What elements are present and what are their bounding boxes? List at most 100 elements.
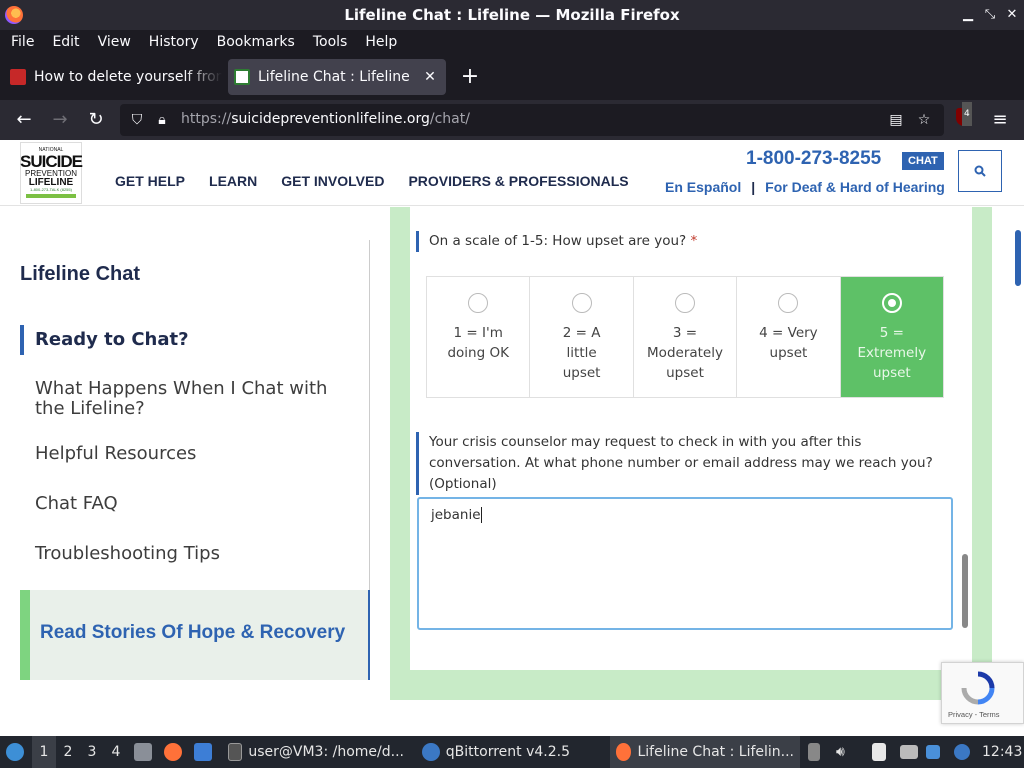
navigation-bar: ← → ↻ ⛉ 🔒︎ https://suicidepreventionlife… [0,100,1024,140]
desktop-launcher-icon[interactable] [194,736,212,768]
display-icon[interactable] [900,736,918,768]
clipboard-shape [808,743,820,761]
volume-icon[interactable]: 🔊︎ [836,736,845,768]
scale-option-label: 4 = Very upset [759,325,818,361]
main-nav: GET HELP LEARN GET INVOLVED PROVIDERS & … [115,173,629,189]
url-domain: suicidepreventionlifeline.org [231,111,430,127]
chat-form-frame: On a scale of 1-5: How upset are you? * … [390,207,992,700]
contact-textarea[interactable]: jebanie [417,497,953,630]
scale-option-label: 2 = A little upset [562,325,601,381]
nav-providers[interactable]: PROVIDERS & PROFESSIONALS [408,173,628,189]
firefox-icon [616,743,632,761]
workspace-3[interactable]: 3 [80,736,104,768]
minimize-icon[interactable]: ▁ [959,6,977,24]
taskbar-app-label: user@VM3: /home/d... [248,744,404,760]
close-window-icon[interactable]: ✕ [1003,6,1021,24]
back-icon[interactable]: ← [12,108,36,132]
notes-icon[interactable] [872,736,886,768]
radio-button[interactable] [468,293,489,313]
menu-bookmarks[interactable]: Bookmarks [208,34,304,50]
search-icon [974,165,986,177]
nav-learn[interactable]: LEARN [209,173,257,189]
chat-form: On a scale of 1-5: How upset are you? * … [410,207,972,670]
restore-icon[interactable]: ⤡ [981,6,999,24]
scale-option-4[interactable]: 4 = Very upset [737,277,841,397]
nav-get-involved[interactable]: GET INVOLVED [281,173,384,189]
close-tab-icon[interactable]: ✕ [420,69,440,85]
url-text[interactable]: https://suicidepreventionlifeline.org/ch… [181,111,470,127]
network-icon[interactable] [926,736,940,768]
tab-lifeline-chat[interactable]: Lifeline Chat : Lifeline ✕ [228,59,446,95]
upset-scale: 1 = I'm doing OK 2 = A little upset 3 = … [426,276,944,398]
sidebar-item-helpful-resources[interactable]: Helpful Resources [20,443,360,464]
text-caret [480,507,482,523]
qbittorrent-tray-icon[interactable] [954,736,970,768]
clipboard-icon[interactable] [808,736,824,768]
nav-get-help[interactable]: GET HELP [115,173,185,189]
radio-button-selected[interactable] [881,293,902,313]
sidebar-item-ready-to-chat[interactable]: Ready to Chat? [20,325,360,355]
sidebar-item-what-happens[interactable]: What Happens When I Chat with the Lifeli… [20,379,350,419]
menu-edit[interactable]: Edit [43,34,88,50]
recaptcha-links[interactable]: Privacy - Terms [948,710,1000,719]
scale-option-label: 5 = Extremely upset [857,325,927,381]
taskbar: 1 2 3 4 user@VM3: /home/d... qBittorrent… [0,736,1024,768]
upset-question: On a scale of 1-5: How upset are you? * [416,231,697,252]
bookmark-star-icon[interactable]: ☆ [915,111,933,129]
files-launcher-icon[interactable] [134,736,152,768]
lifeline-logo[interactable]: NATIONAL SUICIDE PREVENTION LIFELINE 1-8… [20,142,83,204]
menu-tools[interactable]: Tools [304,34,357,50]
reader-view-icon[interactable]: ▤ [887,111,905,129]
radio-button[interactable] [778,293,799,313]
ublock-extension-icon[interactable]: 4 [952,102,976,132]
chat-badge[interactable]: CHAT [902,152,944,170]
scale-option-5[interactable]: 5 = Extremely upset [840,277,944,397]
extension-badge: 4 [962,102,972,126]
taskbar-app-qbittorrent[interactable]: qBittorrent v4.2.5 [416,736,576,768]
taskbar-app-terminal[interactable]: user@VM3: /home/d... [222,736,410,768]
recaptcha-icon [961,671,995,705]
lifeline-favicon-icon [234,69,250,85]
menu-view[interactable]: View [89,34,140,50]
radio-button[interactable] [571,293,592,313]
language-links: En Español | For Deaf & Hard of Hearing [665,179,945,195]
radio-button[interactable] [675,293,696,313]
stories-of-hope-link[interactable]: Read Stories Of Hope & Recovery [20,590,370,680]
deaf-hard-of-hearing-link[interactable]: For Deaf & Hard of Hearing [765,179,945,195]
scale-option-1[interactable]: 1 = I'm doing OK [427,277,531,397]
new-tab-icon[interactable]: + [458,62,482,92]
url-bar[interactable]: ⛉ 🔒︎ https://suicidepreventionlifeline.o… [120,104,944,136]
search-button[interactable] [958,150,1002,192]
shield-icon[interactable]: ⛉ [128,111,146,129]
recaptcha-badge[interactable]: Privacy - Terms [941,662,1024,724]
tab-delete-yourself[interactable]: How to delete yourself from [4,59,222,95]
scale-option-2[interactable]: 2 = A little upset [530,277,634,397]
menu-help[interactable]: Help [356,34,406,50]
hotline-number[interactable]: 1-800-273-8255 [746,148,881,170]
window-titlebar: Lifeline Chat : Lifeline — Mozilla Firef… [0,0,1024,30]
reload-icon[interactable]: ↻ [84,108,108,132]
workspace-2[interactable]: 2 [56,736,80,768]
url-prefix: https:// [181,111,232,127]
taskbar-app-firefox[interactable]: Lifeline Chat : Lifelin... [610,736,800,768]
forward-icon[interactable]: → [48,108,72,132]
scale-option-3[interactable]: 3 = Moderately upset [634,277,738,397]
sidebar-item-troubleshooting[interactable]: Troubleshooting Tips [20,543,360,564]
contact-question: Your crisis counselor may request to che… [416,432,956,495]
sidebar-item-chat-faq[interactable]: Chat FAQ [20,493,360,514]
firefox-launcher-icon[interactable] [164,736,182,768]
folder-icon [134,743,152,761]
menu-file[interactable]: File [2,34,43,50]
workspace-4[interactable]: 4 [104,736,128,768]
menu-history[interactable]: History [140,34,208,50]
form-scrollbar[interactable] [962,554,968,628]
clock[interactable]: 12:43 [982,736,1022,768]
workspace-1[interactable]: 1 [32,736,56,768]
espanol-link[interactable]: En Español [665,179,741,195]
hamburger-menu-icon[interactable]: ≡ [988,108,1012,132]
site-header: NATIONAL SUICIDE PREVENTION LIFELINE 1-8… [0,140,1024,206]
page-scrollbar[interactable] [1015,230,1021,286]
start-menu-icon[interactable] [6,736,28,768]
firefox-icon [164,743,182,761]
lock-icon[interactable]: 🔒︎ [153,111,171,129]
